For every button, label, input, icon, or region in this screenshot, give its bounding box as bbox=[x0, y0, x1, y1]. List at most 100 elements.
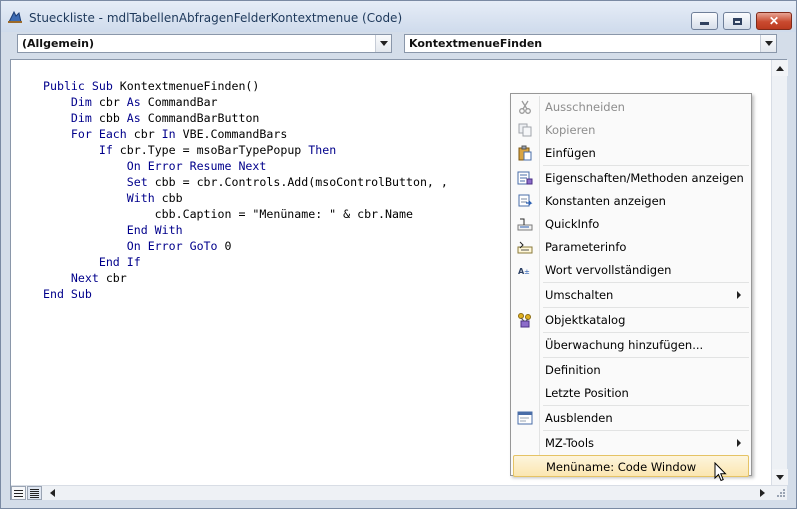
code-line[interactable]: Next cbr bbox=[43, 271, 127, 285]
procedure-dropdown-button[interactable] bbox=[760, 35, 776, 52]
maximize-icon bbox=[732, 17, 742, 25]
code-line[interactable]: End With bbox=[43, 223, 183, 237]
menu-item-umschalten[interactable]: Umschalten bbox=[513, 284, 749, 306]
menu-separator bbox=[543, 282, 749, 283]
code-line[interactable]: On Error Resume Next bbox=[43, 159, 267, 173]
object-dropdown-button[interactable] bbox=[375, 35, 391, 52]
code-keyword: Next bbox=[70, 271, 99, 285]
code-line[interactable]: If cbr.Type = msoBarTypePopup Then bbox=[43, 143, 336, 157]
submenu-arrow-icon bbox=[737, 439, 741, 447]
vertical-scrollbar[interactable] bbox=[771, 60, 788, 485]
chevron-down-icon bbox=[379, 41, 388, 46]
menu-item-kopieren[interactable]: Kopieren bbox=[513, 119, 749, 141]
menu-item-label: QuickInfo bbox=[545, 217, 600, 231]
menu-item-label: Letzte Position bbox=[545, 386, 629, 400]
full-module-view-button[interactable] bbox=[27, 486, 42, 500]
code-line[interactable]: For Each cbr In VBE.CommandBars bbox=[43, 127, 287, 141]
code-keyword: End If bbox=[98, 255, 141, 269]
close-button[interactable]: ✕ bbox=[756, 12, 792, 30]
code-keyword: End With bbox=[126, 223, 183, 237]
horizontal-scrollbar[interactable] bbox=[11, 485, 787, 500]
code-line[interactable]: End If bbox=[43, 255, 141, 269]
menu-item-quickinfo[interactable]: QuickInfo bbox=[513, 213, 749, 235]
menu-item-überwachung-hinzufügen[interactable]: Überwachung hinzufügen... bbox=[513, 334, 749, 356]
object-dropdown[interactable]: (Allgemein) bbox=[17, 34, 392, 53]
minimize-button[interactable] bbox=[691, 12, 718, 30]
procedure-view-button[interactable] bbox=[11, 486, 26, 500]
code-keyword: In bbox=[161, 127, 176, 141]
code-line[interactable]: Dim cbr As CommandBar bbox=[43, 95, 218, 109]
code-token: cbb bbox=[154, 191, 183, 205]
code-token: VBE.CommandBars bbox=[175, 127, 288, 141]
scroll-right-button[interactable] bbox=[755, 486, 770, 500]
menu-separator bbox=[543, 405, 749, 406]
code-line[interactable]: Public Sub KontextmenueFinden() bbox=[43, 79, 259, 93]
code-line[interactable]: On Error GoTo 0 bbox=[43, 239, 232, 253]
code-keyword: Dim bbox=[70, 95, 92, 109]
menu-item-wort-vervollständigen[interactable]: A ± Wort vervollständigen bbox=[513, 259, 749, 281]
menu-item-mz-tools[interactable]: MZ-Tools bbox=[513, 432, 749, 454]
code-line[interactable]: With cbb bbox=[43, 191, 183, 205]
code-line[interactable]: cbb.Caption = "Menüname: " & cbr.Name bbox=[43, 207, 413, 221]
menu-item-label: Definition bbox=[545, 363, 601, 377]
scroll-left-button[interactable] bbox=[45, 486, 60, 500]
code-text[interactable]: Public Sub KontextmenueFinden() Dim cbr … bbox=[43, 78, 448, 302]
code-keyword: If bbox=[98, 143, 113, 157]
menu-item-objektkatalog[interactable]: Objektkatalog bbox=[513, 309, 749, 331]
arrow-down-icon bbox=[776, 474, 784, 480]
code-keyword: On Error GoTo bbox=[126, 239, 218, 253]
procedure-dropdown[interactable]: KontextmenueFinden bbox=[404, 34, 777, 53]
menu-item-letzte-position[interactable]: Letzte Position bbox=[513, 382, 749, 404]
menu-item-label: Kopieren bbox=[545, 123, 596, 137]
resize-grip-icon[interactable] bbox=[772, 486, 787, 500]
menu-item-einfügen[interactable]: Einfügen bbox=[513, 142, 749, 164]
code-keyword: With bbox=[126, 191, 155, 205]
scissors-icon bbox=[519, 100, 531, 114]
maximize-button[interactable] bbox=[723, 12, 751, 30]
code-keyword: As bbox=[126, 111, 141, 125]
constants-icon bbox=[518, 194, 533, 207]
arrow-up-icon bbox=[776, 65, 784, 71]
menu-item-label: Ausschneiden bbox=[545, 100, 625, 114]
menu-separator bbox=[543, 357, 749, 358]
menu-item-ausschneiden[interactable]: Ausschneiden bbox=[513, 96, 749, 118]
code-keyword: Dim bbox=[70, 111, 92, 125]
code-line[interactable]: Set cbb = cbr.Controls.Add(msoControlBut… bbox=[43, 175, 448, 189]
menu-item-ausblenden[interactable]: Ausblenden bbox=[513, 407, 749, 429]
menu-item-konstanten-anzeigen[interactable]: Konstanten anzeigen bbox=[513, 190, 749, 212]
menu-separator bbox=[543, 332, 749, 333]
object-dropdown-value: (Allgemein) bbox=[22, 37, 94, 50]
code-token: cbr bbox=[91, 95, 127, 109]
submenu-arrow-icon bbox=[737, 291, 741, 299]
parameterinfo-icon bbox=[517, 241, 533, 254]
minimize-icon bbox=[700, 22, 709, 25]
code-line[interactable]: End Sub bbox=[43, 287, 92, 301]
code-token: CommandBarButton bbox=[140, 111, 260, 125]
code-token: cbb = cbr.Controls.Add(msoControlButton,… bbox=[147, 175, 448, 189]
title-bar[interactable]: Stueckliste - mdlTabellenAbfragenFelderK… bbox=[1, 1, 796, 32]
vba-project-icon bbox=[8, 10, 22, 23]
menu-item-definition[interactable]: Definition bbox=[513, 359, 749, 381]
code-keyword: Public Sub bbox=[43, 79, 113, 93]
menu-item-label: Wort vervollständigen bbox=[545, 263, 672, 277]
code-keyword: Then bbox=[308, 143, 337, 157]
menu-item-label: Konstanten anzeigen bbox=[545, 194, 666, 208]
code-keyword: On Error Resume Next bbox=[126, 159, 267, 173]
full-module-view-icon bbox=[30, 488, 39, 498]
scroll-down-button[interactable] bbox=[772, 469, 788, 485]
menu-item-parameterinfo[interactable]: Parameterinfo bbox=[513, 236, 749, 258]
quickinfo-icon bbox=[517, 218, 533, 231]
menu-item-eigenschaften-methoden-anzeigen[interactable]: Eigenschaften/Methoden anzeigen bbox=[513, 167, 749, 189]
scroll-up-button[interactable] bbox=[772, 60, 788, 76]
code-line[interactable]: Dim cbb As CommandBarButton bbox=[43, 111, 260, 125]
code-keyword: As bbox=[126, 95, 141, 109]
menu-item-label: Einfügen bbox=[545, 146, 596, 160]
code-window: Stueckliste - mdlTabellenAbfragenFelderK… bbox=[0, 0, 797, 509]
